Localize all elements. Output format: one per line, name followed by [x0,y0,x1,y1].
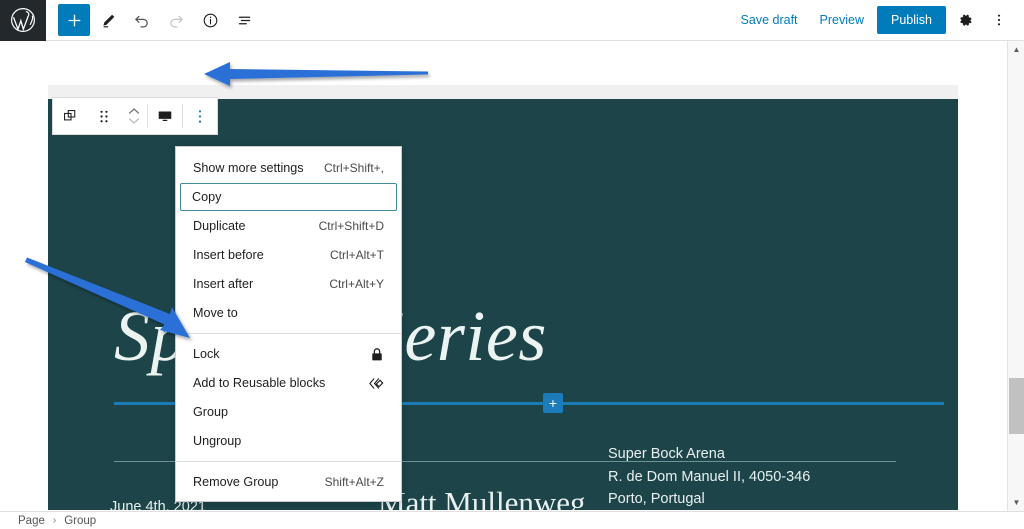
menu-item-label: Duplicate [193,219,246,233]
save-draft-button[interactable]: Save draft [732,7,807,33]
venue-line-3: Porto, Portugal [608,491,705,507]
scroll-up-arrow-icon[interactable]: ▲ [1008,41,1024,58]
menu-item-insert-after[interactable]: Insert after Ctrl+Alt+Y [180,270,397,298]
menu-item-label: Add to Reusable blocks [193,376,326,390]
drag-handle-icon[interactable] [87,98,121,134]
menu-item-shortcut: Shift+Alt+Z [324,475,384,489]
menu-item-label: Remove Group [193,475,279,489]
menu-separator-2 [176,461,401,462]
menu-item-remove-group[interactable]: Remove Group Shift+Alt+Z [180,468,397,496]
block-options-dropdown: Show more settings Ctrl+Shift+, Copy Dup… [175,146,402,502]
breadcrumb-item-group[interactable]: Group [64,515,96,527]
menu-item-group[interactable]: Group [180,398,397,426]
menu-item-label: Group [193,405,229,419]
details-button[interactable] [194,4,226,36]
speaker-name[interactable]: Matt Mullenweg [378,485,586,511]
block-toolbar [52,97,218,135]
redo-button[interactable] [160,4,192,36]
menu-item-duplicate[interactable]: Duplicate Ctrl+Shift+D [180,212,397,240]
menu-item-label: Ungroup [193,434,242,448]
menu-item-label: Copy [192,190,222,204]
menu-item-shortcut: Ctrl+Shift+, [323,161,384,175]
breadcrumb-item-page[interactable]: Page [18,515,45,527]
more-options-kebab-icon[interactable] [984,5,1014,35]
menu-item-copy[interactable]: Copy [180,183,397,211]
menu-item-label: Move to [193,306,238,320]
menu-item-show-more-settings[interactable]: Show more settings Ctrl+Shift+, [180,154,397,182]
reusable-block-icon [367,376,384,391]
menu-item-label: Insert after [193,277,254,291]
list-view-button[interactable] [228,4,260,36]
menu-item-label: Show more settings [193,161,304,175]
top-bar-right-actions: Save draft Preview Publish [732,5,1024,35]
settings-gear-icon[interactable] [950,5,980,35]
add-block-button[interactable] [58,4,90,36]
editor-canvas: Speaker Series + June 4th, 2021 Matt Mul… [0,41,1007,511]
venue-line-2: R. de Dom Manuel II, 4050-346 [608,468,811,485]
block-options-button[interactable] [183,98,217,134]
menu-item-insert-before[interactable]: Insert before Ctrl+Alt+T [180,241,397,269]
breadcrumb-separator-icon: › [52,515,57,526]
monitor-icon[interactable] [148,98,182,134]
menu-item-shortcut: Ctrl+Shift+D [318,219,384,233]
vertical-scrollbar[interactable]: ▲ ▼ [1007,41,1024,511]
menu-item-add-to-reusable-blocks[interactable]: Add to Reusable blocks [180,369,397,397]
scroll-down-arrow-icon[interactable]: ▼ [1008,494,1024,511]
venue-line-1: Super Bock Arena [608,446,725,462]
editor-top-bar: Save draft Preview Publish [0,0,1024,41]
top-bar-left-tools [46,4,260,36]
block-inserter-button[interactable]: + [543,393,563,413]
scrollbar-thumb[interactable] [1009,378,1024,434]
venue-address[interactable]: Super Bock Arena R. de Dom Manuel II, 40… [608,443,938,511]
menu-separator-1 [176,333,401,334]
menu-item-label: Insert before [193,248,264,262]
menu-item-label: Lock [193,347,220,361]
edit-tool-button[interactable] [92,4,124,36]
preview-button[interactable]: Preview [811,7,873,33]
menu-item-shortcut: Ctrl+Alt+Y [329,277,384,291]
breadcrumb: Page › Group [0,511,1024,529]
wordpress-logo-icon[interactable] [0,0,46,41]
undo-button[interactable] [126,4,158,36]
publish-button[interactable]: Publish [877,6,946,34]
menu-item-move-to[interactable]: Move to [180,299,397,327]
lock-icon [370,347,384,362]
menu-item-ungroup[interactable]: Ungroup [180,427,397,455]
block-type-group-icon[interactable] [53,98,87,134]
move-up-down-icon[interactable] [121,98,147,134]
menu-item-lock[interactable]: Lock [180,340,397,368]
menu-item-shortcut: Ctrl+Alt+T [329,248,384,262]
